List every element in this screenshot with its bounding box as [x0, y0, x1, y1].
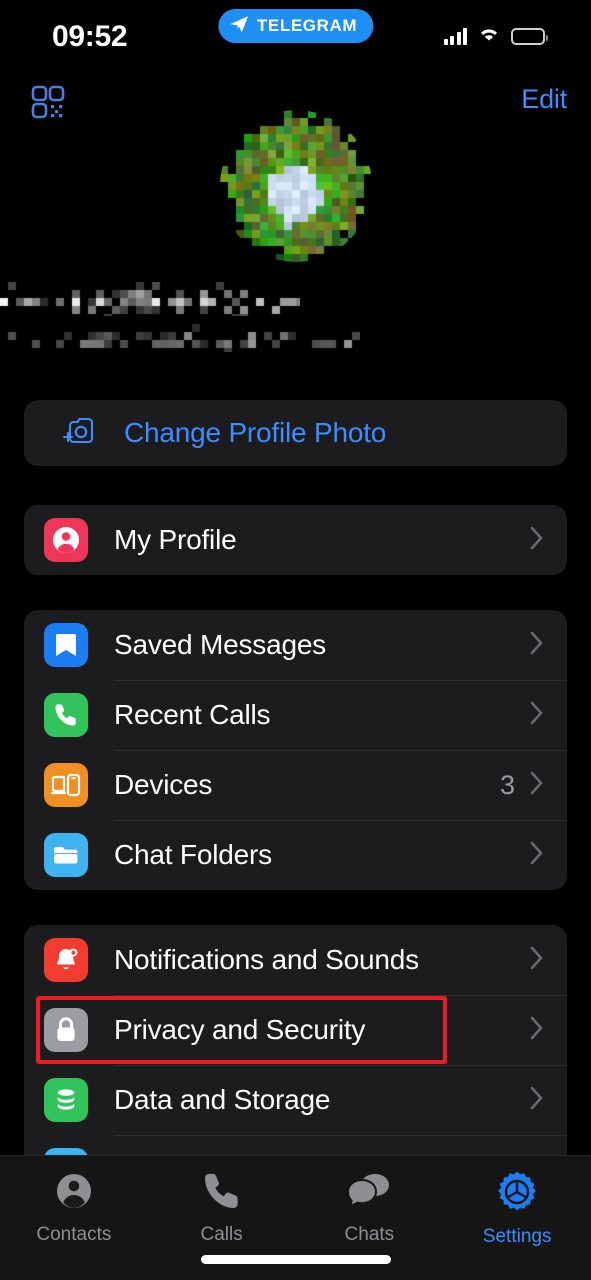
person-icon — [53, 1170, 95, 1217]
settings-row-label: Data and Storage — [114, 1084, 331, 1115]
devices-icon — [44, 763, 88, 807]
person-circle-icon — [44, 518, 88, 562]
database-icon — [44, 1078, 88, 1122]
battery-low-icon — [511, 28, 548, 45]
status-bar-indicators — [443, 25, 548, 48]
settings-row-value-devices: 3 — [499, 769, 515, 800]
chevron-right-icon — [529, 1085, 545, 1116]
settings-row-label: Privacy and Security — [114, 1014, 366, 1045]
phone-icon — [44, 693, 88, 737]
status-bar: 09:52 TELEGRAM — [0, 0, 591, 70]
home-indicator[interactable] — [200, 1255, 391, 1264]
tab-label: Calls — [200, 1224, 243, 1245]
tab-settings[interactable]: Settings — [443, 1170, 591, 1248]
tab-bar: Contacts Calls Chats Settings — [0, 1155, 591, 1280]
profile-phone-redacted — [0, 324, 591, 352]
tab-label: Contacts — [36, 1224, 112, 1245]
phone-handset-icon — [201, 1170, 243, 1217]
settings-row-saved-messages[interactable]: Saved Messages — [24, 610, 567, 680]
user-avatar-image[interactable] — [219, 110, 372, 262]
telegram-settings-screen: 09:52 TELEGRAM Edit Change Profile Photo… — [0, 0, 591, 1280]
chevron-right-icon — [529, 840, 545, 871]
settings-row-devices[interactable]: Devices 3 — [24, 750, 567, 820]
status-bar-clock: 09:52 — [52, 20, 128, 53]
tab-contacts[interactable]: Contacts — [0, 1170, 148, 1246]
profile-name-redacted — [0, 282, 591, 316]
settings-row-chat-folders[interactable]: Chat Folders — [24, 820, 567, 890]
settings-row-privacy-and-security[interactable]: Privacy and Security — [24, 995, 567, 1065]
settings-row-label: Notifications and Sounds — [114, 944, 419, 975]
chevron-right-icon — [529, 630, 545, 661]
settings-row-label: My Profile — [114, 524, 237, 555]
tab-label: Settings — [482, 1226, 552, 1247]
bell-badge-icon — [44, 938, 88, 982]
profile-header — [0, 110, 591, 352]
settings-scroll-area[interactable]: Change Profile Photo My Profile Saved Me… — [0, 0, 591, 1155]
folder-icon — [44, 833, 88, 877]
settings-row-notifications-and-sounds[interactable]: Notifications and Sounds — [24, 925, 567, 995]
settings-row-recent-calls[interactable]: Recent Calls — [24, 680, 567, 750]
tab-chats[interactable]: Chats — [296, 1170, 444, 1246]
chevron-right-icon — [529, 770, 545, 801]
lock-icon — [44, 1008, 88, 1052]
chevron-right-icon — [529, 525, 545, 556]
settings-row-my-profile[interactable]: My Profile — [24, 505, 567, 575]
chevron-right-icon — [529, 945, 545, 976]
tab-label: Chats — [344, 1224, 395, 1245]
chat-bubbles-icon — [347, 1170, 391, 1217]
settings-row-label: Recent Calls — [114, 699, 271, 730]
change-profile-photo-button[interactable]: Change Profile Photo — [24, 400, 567, 466]
settings-row-data-and-storage[interactable]: Data and Storage — [24, 1065, 567, 1135]
bookmark-icon — [44, 623, 88, 667]
paper-plane-icon — [228, 13, 250, 40]
settings-row-label: Devices — [114, 769, 213, 800]
appearance-icon — [44, 1148, 88, 1155]
signal-bars-icon — [443, 28, 467, 45]
dynamic-island-label: TELEGRAM — [256, 16, 358, 35]
chats-group-card: Saved Messages Recent Calls Devices 3 Ch… — [24, 610, 567, 890]
settings-row-partially-visible[interactable] — [24, 1135, 567, 1155]
settings-group-card: Notifications and Sounds Privacy and Sec… — [24, 925, 567, 1155]
profile-group-card: My Profile — [24, 505, 567, 575]
tab-calls[interactable]: Calls — [148, 1170, 296, 1246]
gear-icon — [495, 1170, 539, 1219]
wifi-icon — [477, 25, 501, 48]
settings-row-label: Chat Folders — [114, 839, 272, 870]
change-profile-photo-label: Change Profile Photo — [124, 417, 387, 448]
chevron-right-icon — [529, 1015, 545, 1046]
chevron-right-icon — [529, 700, 545, 731]
change-profile-photo-card: Change Profile Photo — [24, 400, 567, 466]
dynamic-island-live-activity[interactable]: TELEGRAM — [217, 9, 374, 43]
settings-row-label: Saved Messages — [114, 629, 326, 660]
camera-plus-icon — [58, 416, 102, 450]
